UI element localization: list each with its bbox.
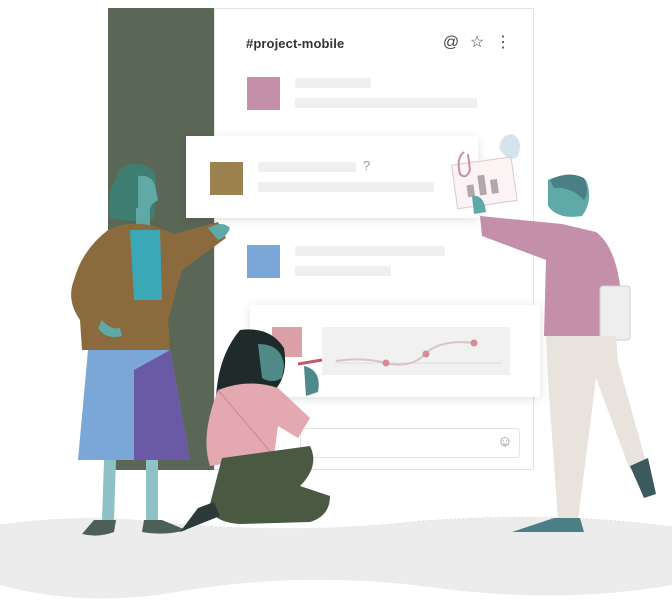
message-text-placeholder: [295, 98, 477, 108]
message-text-placeholder: [258, 182, 434, 192]
message-item[interactable]: [240, 72, 490, 116]
illustration-man-standing: [451, 151, 656, 532]
message-author-placeholder: [258, 162, 356, 172]
more-vertical-icon[interactable]: ⋮: [494, 34, 512, 52]
message-text-placeholder: [295, 266, 391, 276]
question-mark-icon: ?: [363, 158, 371, 173]
chart-point: [422, 350, 430, 358]
at-icon[interactable]: @: [442, 34, 460, 52]
message-author-placeholder: [295, 246, 445, 256]
chart-point: [382, 359, 390, 367]
avatar: [247, 77, 280, 110]
avatar: [247, 245, 280, 278]
illustration-woman-kneeling: [180, 329, 330, 532]
channel-title: #project-mobile: [246, 36, 345, 51]
decorative-dots: [499, 134, 520, 159]
star-icon[interactable]: ☆: [468, 34, 486, 52]
message-author-placeholder: [295, 78, 371, 88]
